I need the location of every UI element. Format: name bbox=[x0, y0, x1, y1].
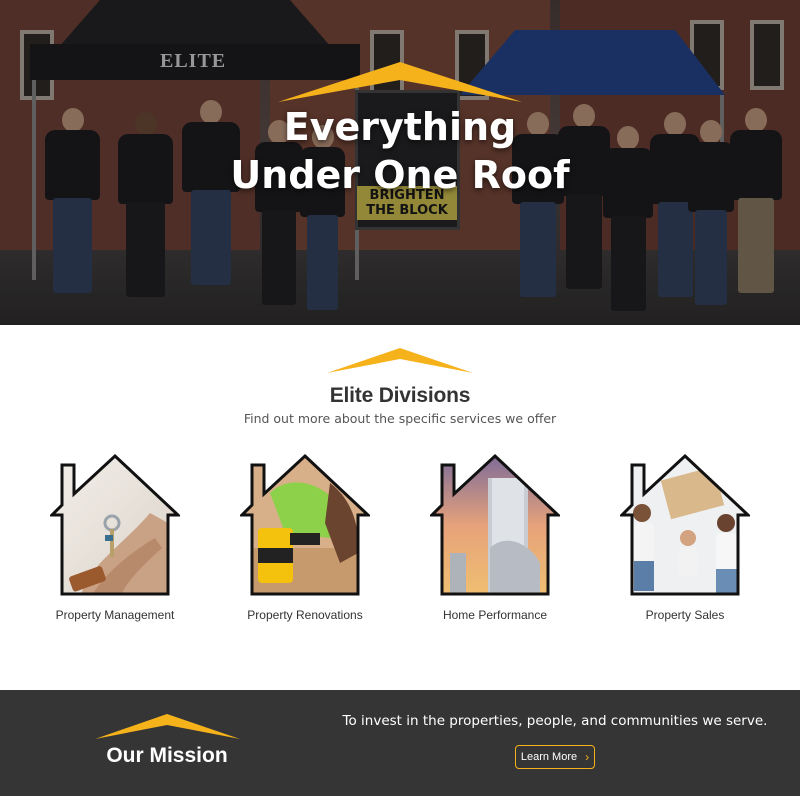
mission-roof-icon bbox=[95, 714, 240, 739]
division-card-home-performance[interactable] bbox=[430, 453, 560, 603]
page-bottom-edge bbox=[0, 796, 800, 800]
learn-more-label: Learn More bbox=[520, 751, 578, 763]
division-card-property-renovations[interactable] bbox=[240, 453, 370, 603]
division-label[interactable]: Property Sales bbox=[595, 608, 775, 622]
family-house-image bbox=[620, 453, 750, 596]
divisions-subtitle: Find out more about the specific service… bbox=[243, 411, 557, 426]
duct-house-image bbox=[430, 453, 560, 596]
divisions-roof-icon bbox=[327, 348, 473, 373]
mission-statement: To invest in the properties, people, and… bbox=[342, 713, 768, 729]
mission-title: Our Mission bbox=[106, 744, 228, 767]
division-label[interactable]: Property Renovations bbox=[215, 608, 395, 622]
mission-section bbox=[0, 690, 800, 796]
learn-more-button[interactable]: Learn More › bbox=[515, 745, 595, 769]
divisions-title: Elite Divisions bbox=[329, 384, 471, 407]
division-card-property-management[interactable] bbox=[50, 453, 180, 603]
hero-title: Everything Under One Roof bbox=[230, 105, 570, 197]
chevron-right-icon: › bbox=[585, 750, 590, 764]
division-label[interactable]: Property Management bbox=[25, 608, 205, 622]
keys-in-hand-house-image bbox=[50, 453, 180, 596]
hero-roof-icon bbox=[278, 62, 522, 102]
drill-house-image bbox=[240, 453, 370, 596]
division-card-property-sales[interactable] bbox=[620, 453, 750, 603]
division-label[interactable]: Home Performance bbox=[405, 608, 585, 622]
